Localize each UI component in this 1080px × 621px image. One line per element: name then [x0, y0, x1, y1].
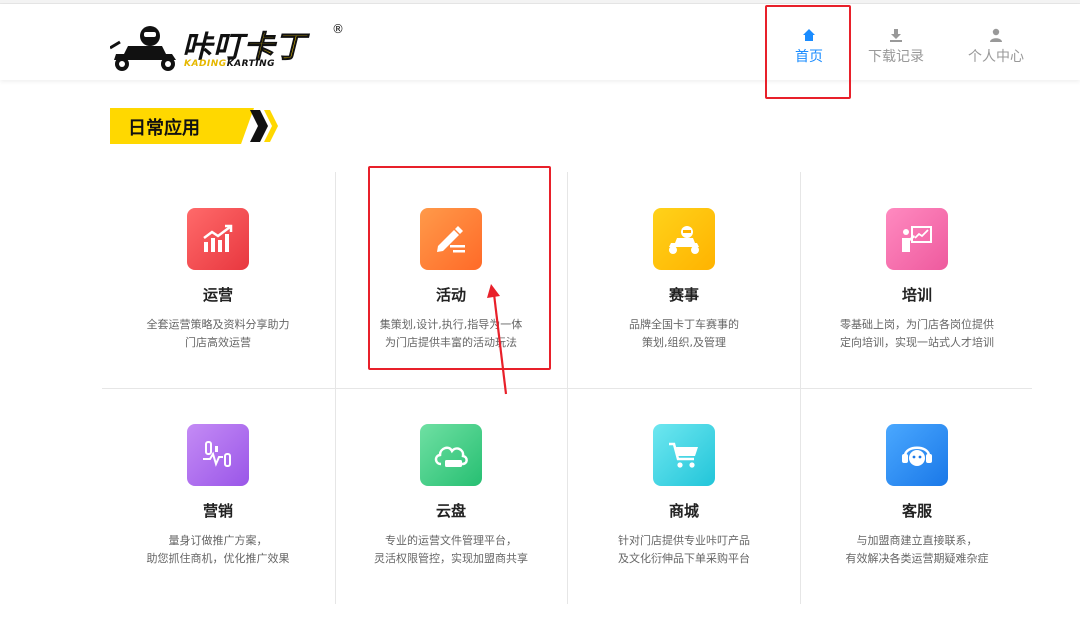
teacher-board-icon: [886, 208, 948, 270]
app-description: 全套运营策略及资料分享助力 门店高效运营: [146, 318, 290, 349]
cloud-drive-icon: [420, 424, 482, 486]
app-description: 集策划,设计,执行,指导为一体 为门店提供丰富的活动玩法: [379, 318, 523, 349]
app-description: 与加盟商建立直接联系， 有效解决各类运营期疑难杂症: [845, 534, 989, 565]
app-card-cloud-drive[interactable]: 云盘 专业的运营文件管理平台， 灵活权限管控，实现加盟商共享: [335, 388, 567, 604]
nav-download-label: 下载记录: [868, 49, 924, 65]
app-name: 营销: [202, 502, 233, 520]
app-card-training[interactable]: 培训 零基础上岗，为门店各岗位提供 定向培训，实现一站式人才培训: [801, 172, 1033, 388]
annotation-arrow: [487, 284, 508, 395]
app-description: 零基础上岗，为门店各岗位提供 定向培训，实现一站式人才培训: [840, 318, 994, 349]
app-card-customer-service[interactable]: 客服 与加盟商建立直接联系， 有效解决各类运营期疑难杂症: [801, 388, 1033, 604]
pencil-edit-icon: [420, 208, 482, 270]
kart-driver-logo-icon: [110, 26, 176, 71]
headset-service-icon: [886, 424, 948, 486]
app-name: 赛事: [668, 286, 699, 304]
app-card-activities[interactable]: 活动 集策划,设计,执行,指导为一体 为门店提供丰富的活动玩法: [335, 172, 567, 388]
app-name: 培训: [901, 286, 932, 304]
app-description: 品牌全国卡丁车赛事的 策划,组织,及管理: [629, 318, 739, 349]
app-card-mall[interactable]: 商城 针对门店提供专业咔叮产品 及文化衍伸品下单采购平台: [568, 388, 800, 604]
nav-personal-center[interactable]: 个人中心: [956, 28, 1036, 66]
nav-personal-label: 个人中心: [968, 49, 1024, 65]
app-description: 针对门店提供专业咔叮产品 及文化衍伸品下单采购平台: [618, 534, 750, 565]
kading-karting-logo[interactable]: 咔叮卡丁 ® KADINGKARTING: [110, 18, 350, 74]
app-card-marketing[interactable]: 营销 量身订做推广方案， 助您抓住商机，优化推广效果: [102, 388, 334, 604]
logo-subtitle: KADINGKARTING: [184, 59, 276, 69]
double-chevron-icon: [250, 110, 278, 142]
section-banner: 日常应用: [110, 108, 280, 144]
marketing-pulse-icon: [187, 424, 249, 486]
app-grid: 运营 全套运营策略及资料分享助力 门店高效运营 活动 集策划,设计,执行,指导为一…: [102, 172, 1032, 604]
section-title: 日常应用: [128, 118, 200, 139]
nav-home[interactable]: 首页: [769, 28, 849, 66]
app-name: 活动: [435, 286, 466, 304]
chart-growth-icon: [187, 208, 249, 270]
app-name: 客服: [901, 502, 932, 520]
app-name: 云盘: [435, 502, 466, 520]
registered-mark: ®: [332, 22, 344, 36]
app-description: 专业的运营文件管理平台， 灵活权限管控，实现加盟商共享: [374, 534, 528, 565]
app-card-operations[interactable]: 运营 全套运营策略及资料分享助力 门店高效运营: [102, 172, 334, 388]
app-name: 商城: [668, 502, 699, 520]
site-header: 咔叮卡丁 ® KADINGKARTING 首页 下载记录 个人中心: [0, 4, 1080, 80]
download-icon: [890, 29, 902, 42]
kart-racer-icon: [653, 208, 715, 270]
nav-home-label: 首页: [795, 49, 823, 65]
app-description: 量身订做推广方案， 助您抓住商机，优化推广效果: [146, 534, 290, 565]
nav-download-records[interactable]: 下载记录: [856, 28, 936, 66]
home-icon: [803, 29, 815, 41]
app-card-events[interactable]: 赛事 品牌全国卡丁车赛事的 策划,组织,及管理: [568, 172, 800, 388]
user-icon: [990, 28, 1002, 42]
shopping-cart-icon: [653, 424, 715, 486]
app-name: 运营: [202, 286, 233, 304]
